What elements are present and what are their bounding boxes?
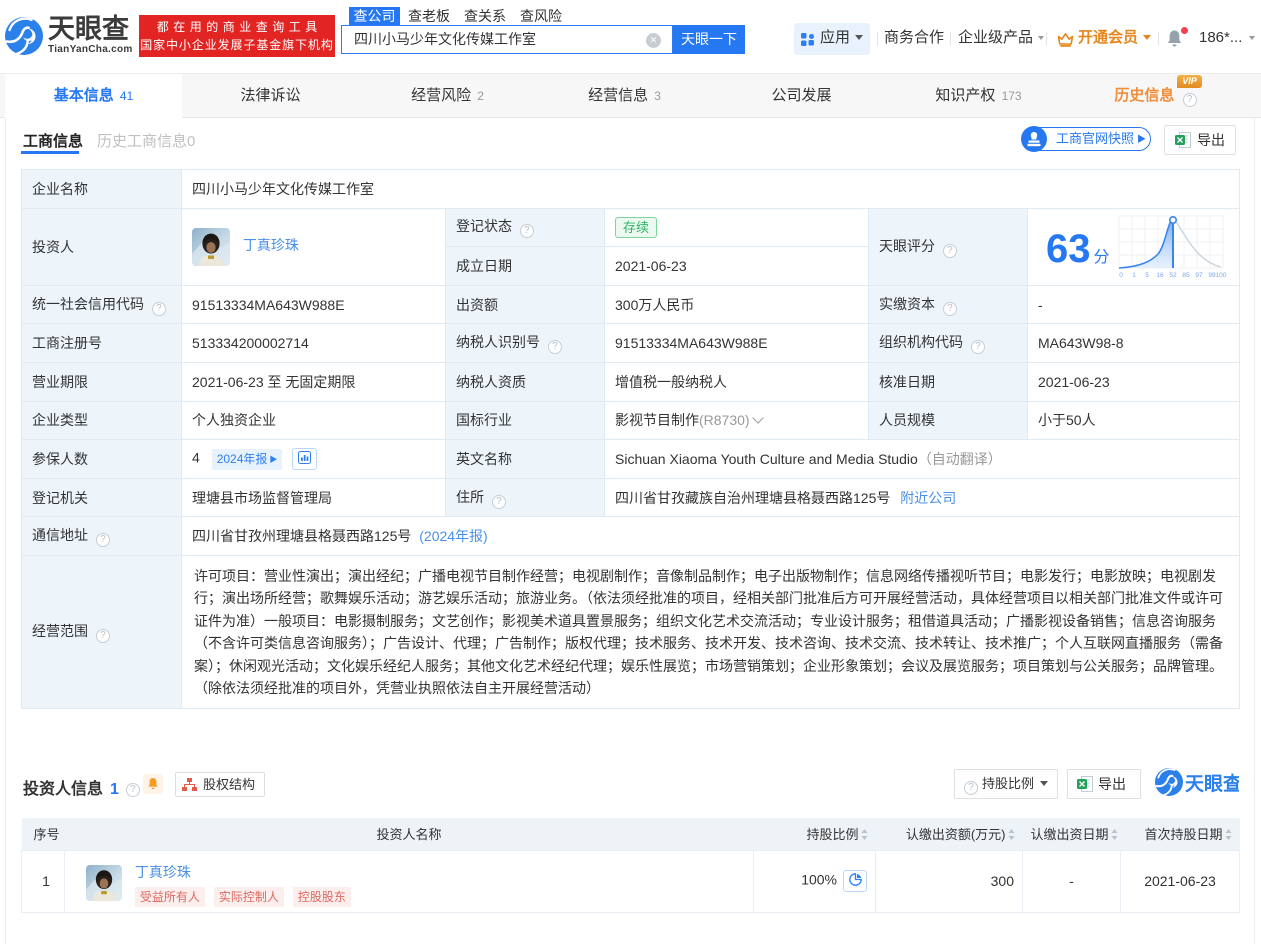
svg-text:天眼查: 天眼查	[1185, 772, 1239, 795]
svg-text:0: 0	[1120, 272, 1124, 279]
svg-text:100: 100	[1216, 272, 1227, 279]
svg-text:85: 85	[1183, 272, 1191, 279]
svg-text:97: 97	[1196, 272, 1204, 279]
svg-text:5: 5	[1146, 272, 1150, 279]
svg-text:1: 1	[1133, 272, 1137, 279]
svg-text:16: 16	[1157, 272, 1165, 279]
svg-text:52: 52	[1170, 272, 1178, 279]
